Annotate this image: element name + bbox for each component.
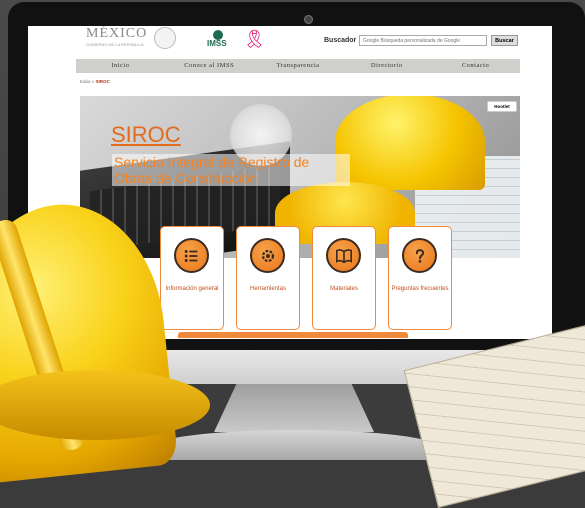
card-materiales[interactable]: Materiales <box>312 226 376 330</box>
search-button[interactable]: Buscar <box>491 35 518 46</box>
question-icon <box>402 238 437 273</box>
nav-item-contacto[interactable]: Contacto <box>431 59 520 73</box>
card-label: Materiales <box>330 286 358 292</box>
card-informacion-general[interactable]: Información general <box>160 226 224 330</box>
card-preguntas-frecuentes[interactable]: Preguntas frecuentes <box>388 226 452 330</box>
mexico-logo[interactable]: MÉXICO <box>86 26 147 42</box>
pink-ribbon-icon: 🎗 <box>243 29 266 49</box>
monitor-base <box>150 430 440 460</box>
main-nav: Inicio Conoce al IMSS Transparencia Dire… <box>76 59 520 73</box>
hard-hat-image <box>335 96 485 190</box>
breadcrumb-home[interactable]: Inicio <box>80 79 91 84</box>
hero-subtitle: Servicio Integral de Registro de Obras d… <box>112 154 350 186</box>
camera-icon <box>304 15 313 24</box>
breadcrumb-current: SIROC <box>95 79 110 84</box>
gear-icon <box>250 238 285 273</box>
nav-item-conoce[interactable]: Conoce al IMSS <box>165 59 254 73</box>
nav-item-inicio[interactable]: Inicio <box>76 59 165 73</box>
quick-links: Información general Herramientas Materia… <box>160 226 460 330</box>
site-header: MÉXICO GOBIERNO DE LA REPÚBLICA IMSS 🎗 B… <box>28 26 552 58</box>
orange-bottom-bar <box>178 332 408 338</box>
hootlet-button[interactable]: Hootlet <box>487 101 517 112</box>
nav-item-transparencia[interactable]: Transparencia <box>254 59 343 73</box>
book-icon <box>326 238 361 273</box>
card-label: Preguntas frecuentes <box>391 286 449 292</box>
imss-logo-text: IMSS <box>207 39 227 48</box>
card-label: Herramientas <box>249 286 286 292</box>
list-icon <box>174 238 209 273</box>
search-label: Buscador <box>324 37 357 44</box>
breadcrumb: Inicio » SIROC <box>80 79 110 84</box>
monitor-stand <box>214 384 374 432</box>
hero-title: SIROC <box>111 122 181 147</box>
search-input[interactable]: Google Búsqueda personalizada de Google <box>359 35 487 46</box>
national-seal-icon <box>154 27 176 49</box>
card-herramientas[interactable]: Herramientas <box>236 226 300 330</box>
nav-item-directorio[interactable]: Directorio <box>342 59 431 73</box>
card-label: Información general <box>165 286 219 292</box>
mexico-logo-subtext: GOBIERNO DE LA REPÚBLICA <box>86 42 144 47</box>
imss-logo[interactable]: IMSS <box>206 30 230 50</box>
